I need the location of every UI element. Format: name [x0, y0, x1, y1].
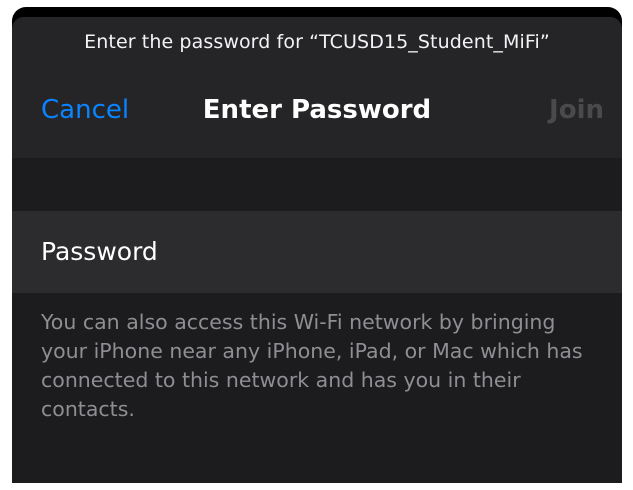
sheet-header: Enter the password for “TCUSD15_Student_… [12, 17, 622, 158]
device-frame: Enter the password for “TCUSD15_Student_… [12, 7, 622, 483]
navigation-bar: Enter Password Cancel Join [12, 89, 622, 131]
network-prompt: Enter the password for “TCUSD15_Student_… [84, 31, 550, 53]
password-sheet: Enter the password for “TCUSD15_Student_… [12, 17, 622, 483]
nearby-sharing-note: You can also access this Wi-Fi network b… [41, 310, 583, 421]
password-input[interactable] [12, 211, 622, 293]
join-button[interactable]: Join [549, 89, 604, 131]
password-row[interactable]: Password [12, 211, 622, 293]
cancel-button[interactable]: Cancel [41, 89, 129, 131]
